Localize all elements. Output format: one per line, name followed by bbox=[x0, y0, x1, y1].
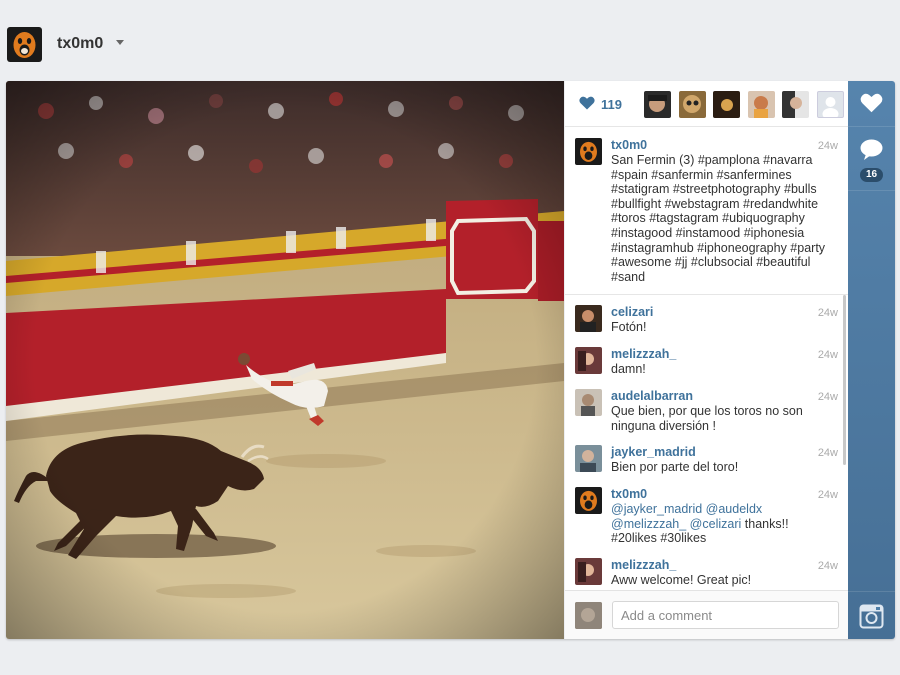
comment-timestamp: 24w bbox=[817, 489, 838, 501]
avatar bbox=[575, 602, 602, 629]
list-item: jayker_madrid 24w Bien por parte del tor… bbox=[575, 445, 840, 479]
comment-timestamp: 24w bbox=[817, 447, 838, 459]
list-item: melizzzah_ 24w Aww welcome! Great pic! bbox=[575, 558, 840, 588]
liker-avatar[interactable] bbox=[644, 91, 671, 118]
action-sidebar: 16 bbox=[848, 81, 895, 639]
avatar[interactable] bbox=[575, 138, 602, 165]
caption: tx0m0 24w San Fermin (3) #pamplona #nava… bbox=[575, 138, 840, 288]
comment-text: Aww welcome! Great pic! bbox=[611, 573, 752, 587]
comment-text: Fotón! bbox=[611, 320, 647, 334]
comment-mentions[interactable]: @jayker_madrid @audeldx @melizzzah_ @cel… bbox=[611, 502, 762, 531]
liker-avatar[interactable] bbox=[679, 91, 706, 118]
post-card: 119 tx0m0 24w San Fermin (3) #pamplona #… bbox=[6, 81, 895, 639]
caption-username[interactable]: tx0m0 bbox=[611, 138, 647, 152]
liker-avatar[interactable] bbox=[748, 91, 775, 118]
avatar[interactable] bbox=[575, 558, 602, 585]
comment-username[interactable]: celizari bbox=[611, 305, 653, 319]
comment-username[interactable]: melizzzah_ bbox=[611, 347, 676, 361]
list-item: tx0m0 24w @jayker_madrid @audeldx @meliz… bbox=[575, 487, 840, 553]
instagram-button[interactable] bbox=[848, 591, 895, 639]
chevron-down-icon[interactable] bbox=[116, 40, 124, 45]
list-item: celizari 24w Fotón! bbox=[575, 305, 840, 339]
heart-icon[interactable] bbox=[579, 96, 595, 110]
comment-username[interactable]: melizzzah_ bbox=[611, 558, 676, 572]
comment-text: @jayker_madrid @audeldx @melizzzah_ @cel… bbox=[611, 502, 836, 546]
list-item: audelalbarran 24w Que bien, por que los … bbox=[575, 389, 840, 439]
avatar[interactable] bbox=[575, 389, 602, 416]
add-comment-row bbox=[565, 590, 848, 639]
scrollbar[interactable] bbox=[843, 295, 846, 465]
instagram-icon bbox=[859, 604, 884, 629]
comment-username[interactable]: audelalbarran bbox=[611, 389, 693, 403]
liker-avatar[interactable] bbox=[817, 91, 844, 118]
likes-row: 119 bbox=[565, 81, 848, 127]
avatar[interactable] bbox=[575, 445, 602, 472]
liker-avatar[interactable] bbox=[782, 91, 809, 118]
comment-text: Bien por parte del toro! bbox=[611, 460, 739, 474]
avatar[interactable] bbox=[575, 487, 602, 514]
avatar[interactable] bbox=[575, 305, 602, 332]
like-button[interactable] bbox=[848, 81, 895, 127]
heart-icon bbox=[860, 93, 883, 113]
divider bbox=[565, 294, 848, 295]
caption-text: San Fermin (3) #pamplona #navarra #spain… bbox=[611, 153, 826, 284]
comment-text: Que bien, por que los toros no son ningu… bbox=[611, 404, 803, 433]
comment-username[interactable]: jayker_madrid bbox=[611, 445, 696, 459]
comment-text: damn! bbox=[611, 362, 646, 376]
list-item: melizzzah_ 24w damn! bbox=[575, 347, 840, 381]
comment-timestamp: 24w bbox=[817, 391, 838, 403]
comment-timestamp: 24w bbox=[817, 560, 838, 572]
comment-username[interactable]: tx0m0 bbox=[611, 487, 647, 501]
likes-count[interactable]: 119 bbox=[601, 97, 622, 112]
avatar[interactable] bbox=[575, 347, 602, 374]
add-comment-input[interactable] bbox=[612, 601, 839, 629]
comments-panel: 119 tx0m0 24w San Fermin (3) #pamplona #… bbox=[565, 81, 848, 639]
comment-count-badge: 16 bbox=[860, 168, 883, 182]
profile-avatar[interactable] bbox=[7, 27, 42, 62]
comment-timestamp: 24w bbox=[817, 307, 838, 319]
profile-username[interactable]: tx0m0 bbox=[57, 35, 103, 53]
liker-avatar[interactable] bbox=[713, 91, 740, 118]
comment-timestamp: 24w bbox=[817, 349, 838, 361]
post-photo[interactable] bbox=[6, 81, 564, 639]
comment-icon bbox=[860, 139, 883, 160]
caption-timestamp: 24w bbox=[817, 140, 838, 152]
top-bar: tx0m0 bbox=[0, 0, 900, 80]
